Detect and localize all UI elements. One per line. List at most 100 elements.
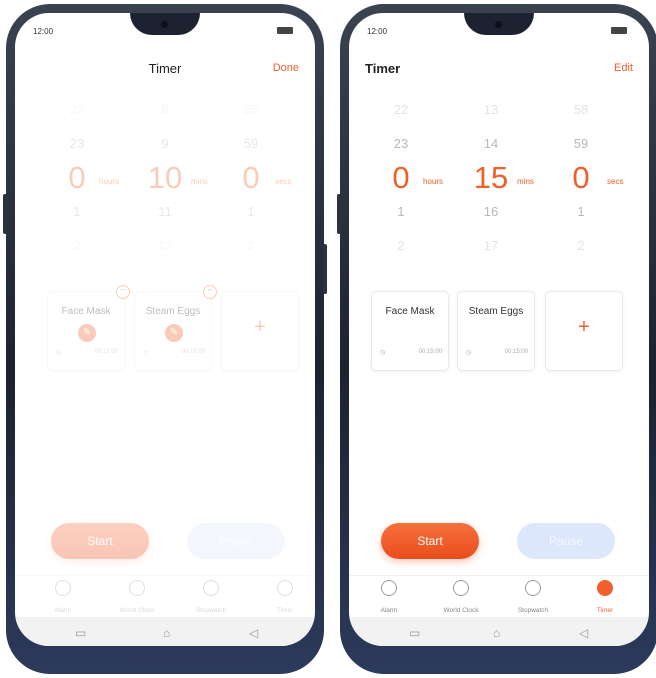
add-preset-card[interactable]: + — [545, 291, 623, 371]
action-bar: Start Pause — [15, 523, 315, 563]
tab-label: Timer — [276, 607, 294, 614]
tab-world-clock[interactable]: World Clock — [107, 580, 167, 617]
tab-stopwatch[interactable]: Stopwatch — [503, 580, 563, 617]
camera-icon — [161, 21, 168, 28]
secs-column[interactable]: 58 59 0 1 2 — [551, 93, 611, 263]
tab-alarm[interactable]: Alarm — [33, 580, 93, 617]
preset-name: Steam Eggs — [145, 306, 201, 317]
back-icon[interactable]: ◁ — [579, 626, 588, 640]
edit-icon[interactable]: ✎ — [78, 324, 96, 342]
picker-value: 1 — [247, 204, 255, 219]
stopwatch-icon — [525, 580, 541, 596]
preset-card[interactable]: Face Mask ◷ 00:15:00 — [371, 291, 449, 371]
tab-label: World Clock — [443, 607, 479, 614]
phone-right: 12:00 Timer Edit 22 23 0 1 2 hours 13 14… — [337, 4, 656, 674]
edit-icon[interactable]: ✎ — [165, 324, 183, 342]
selected-hours: 0 — [392, 160, 410, 195]
start-button[interactable]: Start — [381, 523, 479, 559]
start-button[interactable]: Start — [51, 523, 149, 559]
tab-label: World Clock — [119, 607, 155, 614]
picker-value: 13 — [483, 102, 499, 117]
picker-value: 9 — [161, 136, 169, 151]
preset-meta: ◷ 00:15:00 — [143, 349, 205, 356]
preset-card[interactable]: Steam Eggs ◷ 00:15:00 — [457, 291, 535, 371]
selected-mins: 15 — [473, 160, 509, 195]
unit-mins: mins — [517, 177, 534, 186]
pause-button[interactable]: Pause — [517, 523, 615, 559]
picker-value: 2 — [73, 238, 81, 253]
add-preset-card[interactable]: + — [221, 291, 299, 371]
picker-value: 58 — [243, 102, 259, 117]
picker-value: 59 — [243, 136, 259, 151]
remove-icon[interactable]: − — [203, 285, 217, 299]
page-title: Timer — [148, 61, 182, 76]
alarm-icon — [381, 580, 397, 596]
picker-value: 23 — [393, 136, 409, 151]
picker-value: 22 — [393, 102, 409, 117]
system-nav-bar: ▭ ⌂ ◁ — [15, 617, 315, 646]
remove-icon[interactable]: − — [116, 285, 130, 299]
pause-button[interactable]: Pause — [187, 523, 285, 559]
tab-world-clock[interactable]: World Clock — [431, 580, 491, 617]
add-icon: + — [578, 316, 590, 338]
tab-stopwatch[interactable]: Stopwatch — [181, 580, 241, 617]
recents-icon[interactable]: ▭ — [409, 626, 420, 640]
timer-icon — [277, 580, 293, 596]
home-icon[interactable]: ⌂ — [493, 626, 500, 640]
tab-timer[interactable]: Timer — [575, 580, 635, 617]
globe-icon — [129, 580, 145, 596]
tab-label: Alarm — [54, 607, 72, 614]
picker-value: 8 — [161, 102, 169, 117]
picker-value: 23 — [69, 136, 85, 151]
selected-hours: 0 — [68, 160, 86, 195]
selected-secs: 0 — [572, 160, 590, 195]
mins-column[interactable]: 8 9 10 11 12 — [135, 93, 195, 263]
notch — [130, 13, 200, 35]
picker-value: 1 — [397, 204, 405, 219]
clock-icon: ◷ — [56, 350, 62, 356]
recents-icon[interactable]: ▭ — [75, 626, 86, 640]
picker-value: 16 — [483, 204, 499, 219]
mins-column[interactable]: 13 14 15 16 17 — [461, 93, 521, 263]
unit-secs: secs — [607, 177, 624, 186]
camera-icon — [495, 21, 502, 28]
alarm-icon — [55, 580, 71, 596]
done-button[interactable]: Done — [273, 62, 299, 74]
tab-timer[interactable]: Timer — [255, 580, 315, 617]
tab-bar: Alarm World Clock Stopwatch Timer — [15, 575, 315, 615]
time-picker[interactable]: 22 23 0 1 2 hours 13 14 15 16 17 mins 58… — [349, 93, 649, 263]
header: Timer Edit — [349, 57, 649, 81]
system-nav-bar: ▭ ⌂ ◁ — [349, 617, 649, 646]
header: Timer Done — [15, 57, 315, 81]
preset-card[interactable]: Steam Eggs ✎ − ◷ 00:15:00 — [134, 285, 217, 371]
back-icon[interactable]: ◁ — [249, 626, 258, 640]
volume-button — [337, 194, 341, 234]
preset-time: 00:15:00 — [181, 349, 205, 355]
tab-label: Alarm — [380, 607, 398, 614]
tab-alarm[interactable]: Alarm — [359, 580, 419, 617]
page-title: Timer — [365, 61, 401, 76]
preset-name: Face Mask — [61, 306, 111, 317]
edit-button[interactable]: Edit — [614, 62, 633, 74]
picker-value: 59 — [573, 136, 589, 151]
clock-icon: ◷ — [380, 350, 386, 356]
home-icon[interactable]: ⌂ — [163, 626, 170, 640]
hours-column[interactable]: 22 23 0 1 2 — [47, 93, 107, 263]
globe-icon — [453, 580, 469, 596]
preset-meta: ◷ 00:15:00 — [466, 349, 528, 356]
screen-left: 12:00 Timer Done 22 23 0 1 2 hours 8 9 1… — [15, 13, 315, 646]
picker-value: 12 — [157, 238, 173, 253]
secs-column[interactable]: 58 59 0 1 2 — [221, 93, 281, 263]
status-time: 12:00 — [33, 27, 54, 36]
preset-time: 00:15:00 — [418, 349, 442, 355]
hours-column[interactable]: 22 23 0 1 2 — [371, 93, 431, 263]
selected-secs: 0 — [242, 160, 260, 195]
time-picker[interactable]: 22 23 0 1 2 hours 8 9 10 11 12 mins 58 5… — [15, 93, 315, 263]
tab-label: Stopwatch — [517, 607, 549, 614]
picker-value: 22 — [69, 102, 85, 117]
preset-card[interactable]: Face Mask ✎ − ◷ 00:15:00 — [47, 285, 130, 371]
tab-bar: Alarm World Clock Stopwatch Timer — [349, 575, 649, 615]
volume-button — [3, 194, 7, 234]
unit-hours: hours — [99, 177, 120, 186]
unit-hours: hours — [423, 177, 444, 186]
